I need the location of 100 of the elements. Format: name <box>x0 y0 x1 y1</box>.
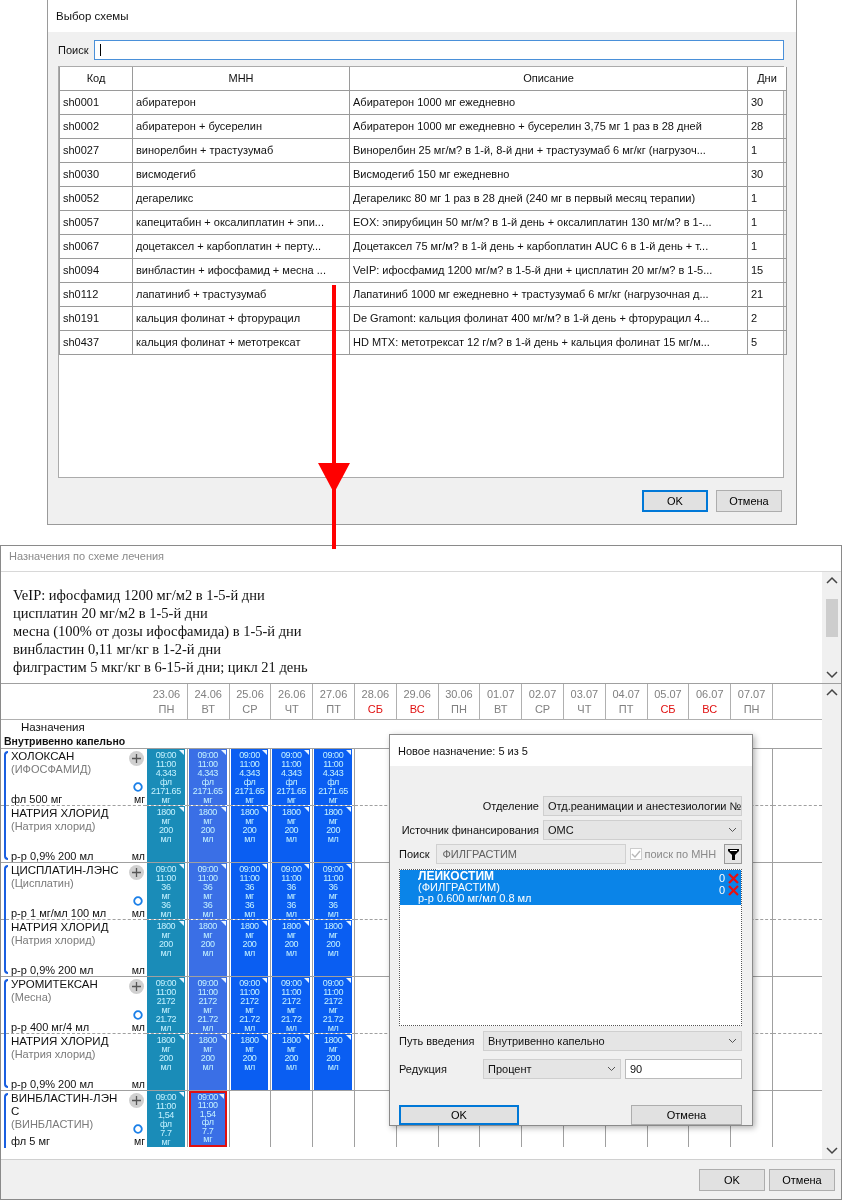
department-select[interactable]: Отд.реанимации и анестезиологии № <box>543 796 742 816</box>
date-label: 05.07 <box>654 686 682 702</box>
table-cell: 15 <box>747 258 787 282</box>
drug-inn: (Цисплатин) <box>11 877 75 890</box>
table-cell: sh0002 <box>59 114 133 138</box>
table-cell: sh0067 <box>59 234 133 258</box>
weekday-label: ВС <box>409 701 425 717</box>
reduction-label: Редукция <box>399 1063 448 1075</box>
drug-inn: (Натрия хлорид) <box>11 820 97 833</box>
drug-inn: (Месна) <box>11 991 53 1004</box>
date-label: 01.07 <box>487 686 515 702</box>
weekday-label: ПН <box>743 701 760 717</box>
unit-label: мг <box>133 1135 145 1147</box>
table-cell: sh0052 <box>59 186 133 210</box>
table-cell: Абиратерон 1000 мг ежедневно + бусерелин 3,75 мг 1 раз в 28 дней <box>349 114 748 138</box>
route-select[interactable]: Внутривенно капельно <box>483 1031 742 1051</box>
column-header[interactable]: Код <box>59 67 133 90</box>
table-cell: Доцетаксел 75 мг/м? в 1-й день + карбоплатин AUC 6 в 1-й день + т... <box>349 234 748 258</box>
reduction-type-select[interactable]: Процент <box>483 1059 621 1079</box>
drug-inn: (Натрия хлорид) <box>11 1048 97 1061</box>
column-header[interactable]: Описание <box>349 67 748 90</box>
date-label: 06.07 <box>696 686 724 702</box>
date-label: 04.07 <box>612 686 640 702</box>
date-label: 30.06 <box>445 686 473 702</box>
table-cell: абиратерон + бусерелин <box>132 114 350 138</box>
drug-form: р-р 0,9% 200 мл <box>11 1078 94 1090</box>
ok-button[interactable]: OK <box>642 490 708 512</box>
section-label: Назначения <box>21 721 85 733</box>
table-cell: 1 <box>747 138 787 162</box>
drug-form: р-р 400 мг/4 мл <box>11 1021 90 1033</box>
ok-button[interactable]: OK <box>399 1105 519 1125</box>
table-cell: VeIP: ифосфамид 1200 мг/м? в 1-5-й дни + цисплатин 20 мг/м? в 1-5... <box>349 258 748 282</box>
search-label: Поиск <box>58 44 89 56</box>
table-cell: абиратерон <box>132 90 350 114</box>
table-cell: лапатиниб + трастузумаб <box>132 282 350 306</box>
weekday-label: ПН <box>451 701 467 717</box>
route-label: Внутривенно капельно <box>4 735 126 747</box>
weekday-label: ПТ <box>618 701 634 717</box>
table-cell: 21 <box>747 282 787 306</box>
drug-form: р-р 0,9% 200 мл <box>11 964 94 976</box>
table-cell: дегареликс <box>132 186 350 210</box>
table-cell: винорелбин + трастузумаб <box>132 138 350 162</box>
unit-label: мг <box>133 793 145 805</box>
drug-name: УРОМИТЕКСАН <box>11 978 99 991</box>
weekday-label: ЧТ <box>577 701 592 717</box>
reduction-field[interactable]: 90 <box>625 1059 742 1079</box>
weekday-label: ПТ <box>326 701 341 717</box>
department-label: Отделение <box>481 800 539 812</box>
date-label: 28.06 <box>361 686 390 702</box>
cancel-button[interactable]: Отмена <box>716 490 782 512</box>
table-cell: HD MTX: метотрексат 12 г/м? в 1-й день + кальция фолинат 15 мг/м... <box>349 330 748 354</box>
table-cell: sh0001 <box>59 90 133 114</box>
drug-name: ВИНБЛАСТИН-ЛЭНС <box>11 1092 119 1118</box>
search-label: Поиск <box>399 848 431 860</box>
date-label: 26.06 <box>278 686 306 702</box>
date-label: 24.06 <box>194 686 222 702</box>
drug-name: ЦИСПЛАТИН-ЛЭНС <box>11 864 120 877</box>
table-cell: кальция фолинат + фторурацил <box>132 306 350 330</box>
table-cell: 1 <box>747 186 787 210</box>
table-cell: винбластин + ифосфамид + месна ... <box>132 258 350 282</box>
table-cell: De Gramont: кальция фолинат 400 мг/м? в 1-й день + фторурацил 4... <box>349 306 748 330</box>
date-label: 02.07 <box>528 686 557 702</box>
weekday-label: ВС <box>702 701 718 717</box>
dialog-title: Новое назначение: 5 из 5 <box>398 745 528 757</box>
table-cell: 1 <box>747 210 787 234</box>
date-label: 25.06 <box>236 686 264 702</box>
weekday-label: СБ <box>660 701 676 717</box>
drug-form: р-р 1 мг/мл 100 мл <box>11 907 107 919</box>
unit-label: мл <box>131 850 145 862</box>
table-cell: sh0027 <box>59 138 133 162</box>
drug-name: НАТРИЯ ХЛОРИД <box>11 921 110 934</box>
drug-form: фл 500 мг <box>11 793 63 805</box>
ok-button[interactable]: OK <box>699 1168 765 1191</box>
table-cell: 30 <box>747 90 787 114</box>
table-cell: 1 <box>747 234 787 258</box>
table-cell: Висмодегиб 150 мг ежедневно <box>349 162 748 186</box>
funding-select[interactable]: ОМС <box>543 820 742 840</box>
weekday-label: СР <box>534 701 551 717</box>
dialog-title: Выбор схемы <box>56 10 129 22</box>
table-cell: sh0112 <box>59 282 133 306</box>
unit-label: мл <box>131 1078 145 1090</box>
drug-inn: (ВИНБЛАСТИН) <box>11 1118 95 1131</box>
table-cell: 5 <box>747 330 787 354</box>
unit-label: мл <box>131 964 145 976</box>
route-label: Путь введения <box>399 1035 476 1047</box>
table-cell: 28 <box>747 114 787 138</box>
column-header[interactable]: Дни <box>747 67 787 90</box>
window-title: Назначения по схеме лечения <box>9 550 165 562</box>
table-cell: Винорелбин 25 мг/м? в 1-й, 8-й дни + трастузумаб 6 мг/кг (нагрузоч... <box>349 138 748 162</box>
table-cell: sh0030 <box>59 162 133 186</box>
cancel-button[interactable]: Отмена <box>769 1168 835 1191</box>
weekday-label: СБ <box>367 701 383 717</box>
date-label: 23.06 <box>152 686 181 702</box>
unit-label: мл <box>131 907 145 919</box>
drug-form: р-р 0.600 мг/мл 0.8 мл <box>418 893 532 904</box>
cancel-button[interactable]: Отмена <box>631 1105 742 1125</box>
table-cell: 2 <box>747 306 787 330</box>
column-header[interactable]: МНН <box>132 67 350 90</box>
table-cell: Дегареликс 80 мг 1 раз в 28 дней (240 мг в первый месяц терапии) <box>349 186 748 210</box>
weekday-label: ЧТ <box>284 701 299 717</box>
